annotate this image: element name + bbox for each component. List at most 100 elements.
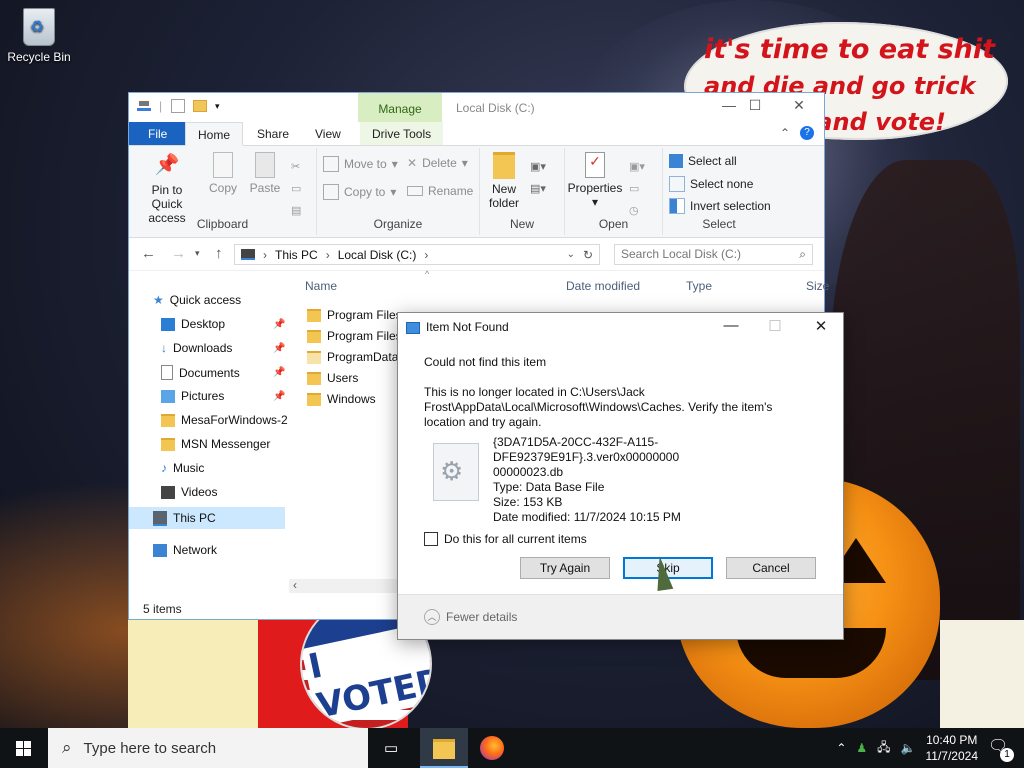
open-icon[interactable]: ▣▾	[629, 156, 645, 178]
pinned-icon: 📌	[273, 342, 286, 354]
forward-arrow-icon[interactable]: →	[171, 245, 186, 262]
dialog-message-line: This is no longer located in C:\Users\Ja…	[424, 385, 645, 399]
dialog-minimize-button[interactable]: —	[716, 317, 746, 334]
cut-icon[interactable]: ✂	[291, 156, 301, 178]
select-all-button[interactable]: Select all	[669, 154, 737, 168]
clock[interactable]: 10:40 PM 11/7/2024	[926, 732, 979, 764]
invert-selection-button[interactable]: Invert selection	[669, 198, 771, 214]
checkbox-label: Do this for all current items	[444, 532, 587, 546]
firefox-icon[interactable]	[480, 736, 504, 760]
back-arrow-icon[interactable]: ←	[141, 245, 156, 262]
select-all-label: Select all	[688, 154, 737, 168]
nav-music[interactable]: ♪ Music	[161, 461, 204, 475]
tab-view[interactable]: View	[303, 122, 353, 145]
properties-button[interactable]: ✓ Properties ▾	[565, 152, 625, 209]
volume-icon[interactable]: 🔈	[901, 741, 916, 755]
copy-to-button[interactable]: Copy to ▾	[323, 184, 396, 200]
copy-path-icon[interactable]: ▭	[291, 178, 301, 200]
tab-file[interactable]: File	[129, 122, 187, 145]
paste-button[interactable]: Paste	[245, 152, 285, 195]
maximize-button[interactable]: ☐	[740, 97, 770, 114]
checkbox-box[interactable]	[424, 532, 438, 546]
file-name-line: 00000023.db	[493, 465, 564, 479]
windows-logo-icon	[16, 741, 31, 756]
window-menu-icon[interactable]	[137, 99, 151, 113]
copy-button[interactable]: Copy	[203, 152, 243, 195]
nav-this-pc[interactable]: This PC	[129, 507, 285, 529]
task-view-button[interactable]: ▭	[368, 728, 416, 768]
search-input[interactable]: Search Local Disk (C:) ⌕	[614, 244, 813, 265]
column-name[interactable]: Name	[305, 279, 337, 293]
nav-downloads[interactable]: ↓ Downloads 📌	[161, 341, 287, 355]
ribbon-home: 📌 Pin to Quick access Copy Paste ✂ ▭ ▤ C…	[129, 146, 824, 238]
breadcrumb-this-pc[interactable]: This PC	[275, 248, 318, 262]
nav-msn[interactable]: MSN Messenger	[161, 437, 270, 451]
tab-drive-tools[interactable]: Drive Tools	[360, 122, 444, 145]
address-bar[interactable]: › This PC › Local Disk (C:) › ⌄ ↻	[234, 244, 600, 265]
rename-button[interactable]: Rename	[407, 184, 473, 198]
new-folder-button[interactable]: New folder	[484, 152, 524, 210]
list-item[interactable]: Program Files	[307, 329, 402, 343]
select-none-button[interactable]: Select none	[669, 176, 753, 192]
nav-desktop[interactable]: Desktop 📌	[161, 317, 287, 331]
clock-date: 11/7/2024	[925, 749, 979, 763]
recycle-bin-desktop-icon[interactable]: Recycle Bin	[4, 6, 74, 64]
expand-ribbon-chevron-icon[interactable]: ⌃	[780, 126, 790, 140]
column-date-modified[interactable]: Date modified	[566, 279, 640, 293]
taskbar-search-placeholder: Type here to search	[83, 739, 217, 757]
nav-pictures[interactable]: Pictures 📌	[161, 389, 287, 403]
new-item-icon[interactable]: ▣▾	[530, 156, 546, 178]
easy-access-icon[interactable]: ▤▾	[530, 178, 546, 200]
new-folder-qa-icon[interactable]	[193, 100, 207, 112]
breadcrumb-local-disk[interactable]: Local Disk (C:)	[338, 248, 417, 262]
dialog-footer: ︿ Fewer details	[398, 594, 843, 639]
column-type[interactable]: Type	[686, 279, 712, 293]
pin-quick-access-button[interactable]: 📌 Pin to Quick access	[135, 152, 199, 225]
nav-network[interactable]: Network	[153, 543, 217, 557]
nav-quick-access[interactable]: ★ Quick access	[153, 293, 241, 307]
documents-icon	[161, 365, 173, 380]
recycle-bin-icon	[23, 8, 55, 46]
tab-home[interactable]: Home	[185, 122, 244, 146]
help-icon[interactable]: ?	[800, 126, 814, 140]
action-center-button[interactable]: 🗨 1	[988, 736, 1014, 762]
nav-documents[interactable]: Documents 📌	[161, 365, 287, 380]
cancel-button[interactable]: Cancel	[726, 557, 816, 579]
column-size[interactable]: Size	[806, 279, 829, 293]
list-item[interactable]: ProgramData	[307, 350, 398, 364]
copy-to-icon	[323, 184, 339, 200]
address-dropdown-chevron-icon[interactable]: ⌄	[567, 249, 575, 260]
tab-share[interactable]: Share	[245, 122, 301, 145]
horizontal-scrollbar[interactable]: ‹	[289, 578, 399, 593]
fewer-details-toggle[interactable]: ︿ Fewer details	[424, 609, 517, 625]
list-item[interactable]: Windows	[307, 392, 376, 406]
dialog-close-button[interactable]: ✕	[806, 317, 836, 335]
pin-icon: 📌	[154, 154, 180, 176]
up-arrow-icon[interactable]: ↑	[215, 245, 223, 262]
nav-documents-label: Documents	[179, 365, 240, 380]
tab-manage[interactable]: Manage	[358, 93, 442, 122]
show-hidden-icons-chevron-icon[interactable]: ⌃	[836, 741, 846, 755]
group-new: New folder ▣▾ ▤▾ New	[480, 148, 565, 235]
list-item[interactable]: Program Files	[307, 308, 402, 322]
network-tray-icon[interactable]: 🖧	[877, 738, 890, 759]
try-again-button[interactable]: Try Again	[520, 557, 610, 579]
move-to-button[interactable]: Move to ▾	[323, 156, 398, 172]
nav-videos[interactable]: Videos	[161, 485, 217, 499]
taskbar-file-explorer[interactable]	[420, 728, 468, 768]
close-button[interactable]: ✕	[784, 97, 814, 114]
clock-time: 10:40 PM	[926, 733, 978, 747]
edit-icon[interactable]: ▭	[629, 178, 645, 200]
nav-mesa[interactable]: MesaForWindows-2	[161, 413, 288, 427]
start-button[interactable]	[0, 728, 48, 768]
list-item[interactable]: Users	[307, 371, 358, 385]
delete-button[interactable]: ✕ Delete ▾	[407, 156, 468, 170]
properties-qa-icon[interactable]	[171, 99, 185, 113]
apply-to-all-checkbox[interactable]: Do this for all current items	[424, 532, 587, 546]
scroll-left-chevron-icon[interactable]: ‹	[293, 578, 297, 592]
user-icon[interactable]: ♟	[856, 741, 867, 755]
customize-qa-chevron-icon[interactable]: ▾	[215, 99, 229, 113]
refresh-icon[interactable]: ↻	[583, 248, 593, 262]
taskbar-search-box[interactable]: ⌕ Type here to search	[48, 728, 368, 768]
recent-locations-chevron-icon[interactable]: ▾	[195, 248, 200, 259]
